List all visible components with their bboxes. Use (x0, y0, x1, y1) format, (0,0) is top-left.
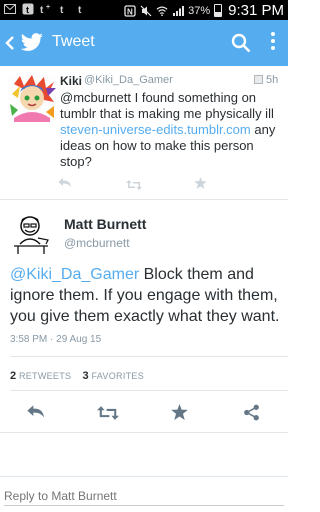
author-handle[interactable]: @mcburnett (64, 236, 130, 250)
svg-text:N: N (127, 7, 133, 16)
clock: 9:31 PM (228, 2, 284, 19)
favorites-stat[interactable]: 3 FAVORITES (82, 370, 145, 382)
reply-icon[interactable] (26, 404, 46, 425)
avatar[interactable] (8, 74, 56, 122)
nfc-icon: N (124, 4, 136, 18)
favorites-label: FAVORITES (91, 371, 145, 381)
svg-text:t: t (26, 5, 29, 15)
retweet-icon[interactable] (97, 406, 119, 425)
tweet-text: @Kiki_Da_Gamer Block them and ignore the… (10, 264, 282, 327)
battery-percent: 37% (188, 4, 211, 17)
signal-icon (172, 4, 185, 18)
retweets-count: 2 (10, 370, 17, 382)
battery-icon (214, 4, 223, 17)
twitter-bird-icon[interactable] (20, 32, 44, 54)
favorite-star-icon[interactable] (194, 176, 207, 194)
reply-icon[interactable] (58, 176, 72, 194)
retweets-label: RETWEETS (18, 371, 72, 381)
tweet-timestamp: 3:58 PM · 29 Aug 15 (10, 334, 102, 345)
retweet-icon[interactable] (126, 177, 142, 195)
divider (0, 432, 288, 433)
status-bar: t t + t t N 37% 9:31 PM (0, 0, 288, 20)
author-name[interactable]: Kiki (60, 74, 82, 88)
svg-text:t: t (60, 5, 64, 15)
reply-input-underline (4, 505, 284, 506)
reply-input[interactable] (4, 486, 284, 506)
tweet-actions (0, 398, 288, 430)
tumblr-icon: t (58, 2, 70, 16)
svg-text:+: + (46, 4, 50, 11)
tweet-link[interactable]: steven-universe-edits.tumblr.com (60, 122, 251, 137)
tweet-text: @mcburnett I found something on tumblr t… (60, 90, 282, 170)
svg-text:t: t (78, 5, 82, 15)
notification-icons: t t + t t (4, 2, 88, 16)
back-arrow-icon[interactable] (4, 33, 18, 53)
tweet-mention-link[interactable]: @Kiki_Da_Gamer (10, 266, 139, 283)
overflow-menu-icon[interactable] (270, 32, 276, 54)
parent-tweet[interactable]: Kiki @Kiki_Da_Gamer 5h @mcburnett I foun… (0, 66, 288, 200)
page-title: Tweet (52, 33, 95, 50)
tumblr-plus-icon: t + (40, 2, 52, 16)
favorite-star-icon[interactable] (171, 404, 188, 425)
tweet-stats: 2 RETWEETS 3 FAVORITES (10, 370, 144, 382)
favorites-count: 3 (82, 370, 89, 382)
avatar[interactable] (8, 210, 54, 256)
retweets-stat[interactable]: 2 RETWEETS (10, 370, 72, 382)
mute-icon (140, 4, 152, 18)
share-icon[interactable] (243, 404, 260, 426)
svg-text:t: t (40, 5, 44, 15)
tumblr-icon: t (22, 2, 34, 16)
tweet-time: 5h (266, 74, 279, 86)
divider (10, 390, 288, 391)
tweet-text-part: @mcburnett I found something on tumblr t… (60, 90, 274, 121)
tumblr-icon: t (76, 2, 88, 16)
wifi-icon (156, 4, 168, 18)
app-bar: Tweet (0, 20, 288, 66)
divider (10, 356, 288, 357)
search-icon[interactable] (230, 32, 252, 54)
photo-attachment-icon (254, 75, 263, 84)
mail-icon (4, 2, 16, 16)
author-name[interactable]: Matt Burnett (64, 216, 146, 232)
author-handle[interactable]: @Kiki_Da_Gamer (84, 74, 173, 86)
system-icons: N 37% 9:31 PM (124, 2, 284, 19)
